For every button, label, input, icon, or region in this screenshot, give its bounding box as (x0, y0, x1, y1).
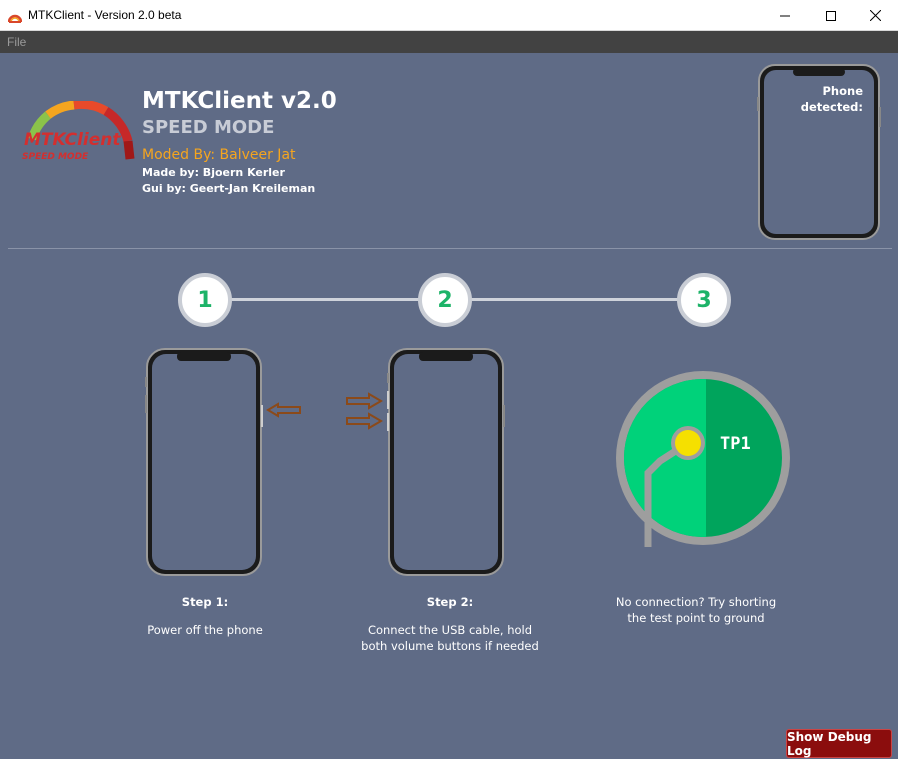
minimize-button[interactable] (762, 0, 808, 30)
window-titlebar: MTKClient - Version 2.0 beta (0, 0, 898, 31)
phone-detected-label: Phone detected: (800, 84, 863, 114)
logo-subtext: SPEED MODE (22, 152, 89, 162)
header-divider (8, 248, 892, 249)
step-2-phone-illustration (387, 347, 505, 581)
made-by-label: Made by: Bjoern Kerler (142, 166, 285, 179)
testpoint-label: TP1 (720, 434, 751, 454)
logo-text: MTKClient (24, 130, 121, 150)
step-1-description: Power off the phone (147, 623, 263, 637)
step-1-badge: 1 (178, 273, 232, 327)
window-title: MTKClient - Version 2.0 beta (28, 8, 182, 22)
close-button[interactable] (852, 0, 898, 30)
main-panel: MTKClient SPEED MODE MTKClient v2.0 SPEE… (0, 53, 898, 759)
maximize-button[interactable] (808, 0, 854, 30)
step-1-phone-illustration (145, 347, 263, 581)
testpoint-illustration: TP1 (614, 369, 792, 551)
maximize-icon (826, 6, 836, 25)
step-2-title: Step 2: (426, 595, 474, 609)
app-subtitle: SPEED MODE (142, 117, 275, 138)
app-icon (7, 9, 23, 28)
menubar: File (0, 31, 898, 53)
step-2-badge: 2 (418, 273, 472, 327)
volume-buttons-arrow-icon (344, 392, 384, 436)
gui-by-label: Gui by: Geert-Jan Kreileman (142, 182, 316, 195)
step-1-title: Step 1: (181, 595, 229, 609)
mtkclient-logo: MTKClient SPEED MODE (18, 99, 136, 169)
step-3-description: No connection? Try shorting the test poi… (615, 595, 777, 625)
power-button-arrow-icon (266, 402, 302, 422)
menu-file[interactable]: File (7, 35, 26, 49)
minimize-icon (780, 6, 790, 25)
step-2-description: Connect the USB cable, hold both volume … (361, 623, 539, 653)
step-3-badge: 3 (677, 273, 731, 327)
app-title: MTKClient v2.0 (142, 88, 337, 114)
show-debug-log-button[interactable]: Show Debug Log (786, 729, 892, 758)
moded-by-label: Moded By: Balveer Jat (142, 147, 296, 163)
close-icon (869, 6, 881, 25)
